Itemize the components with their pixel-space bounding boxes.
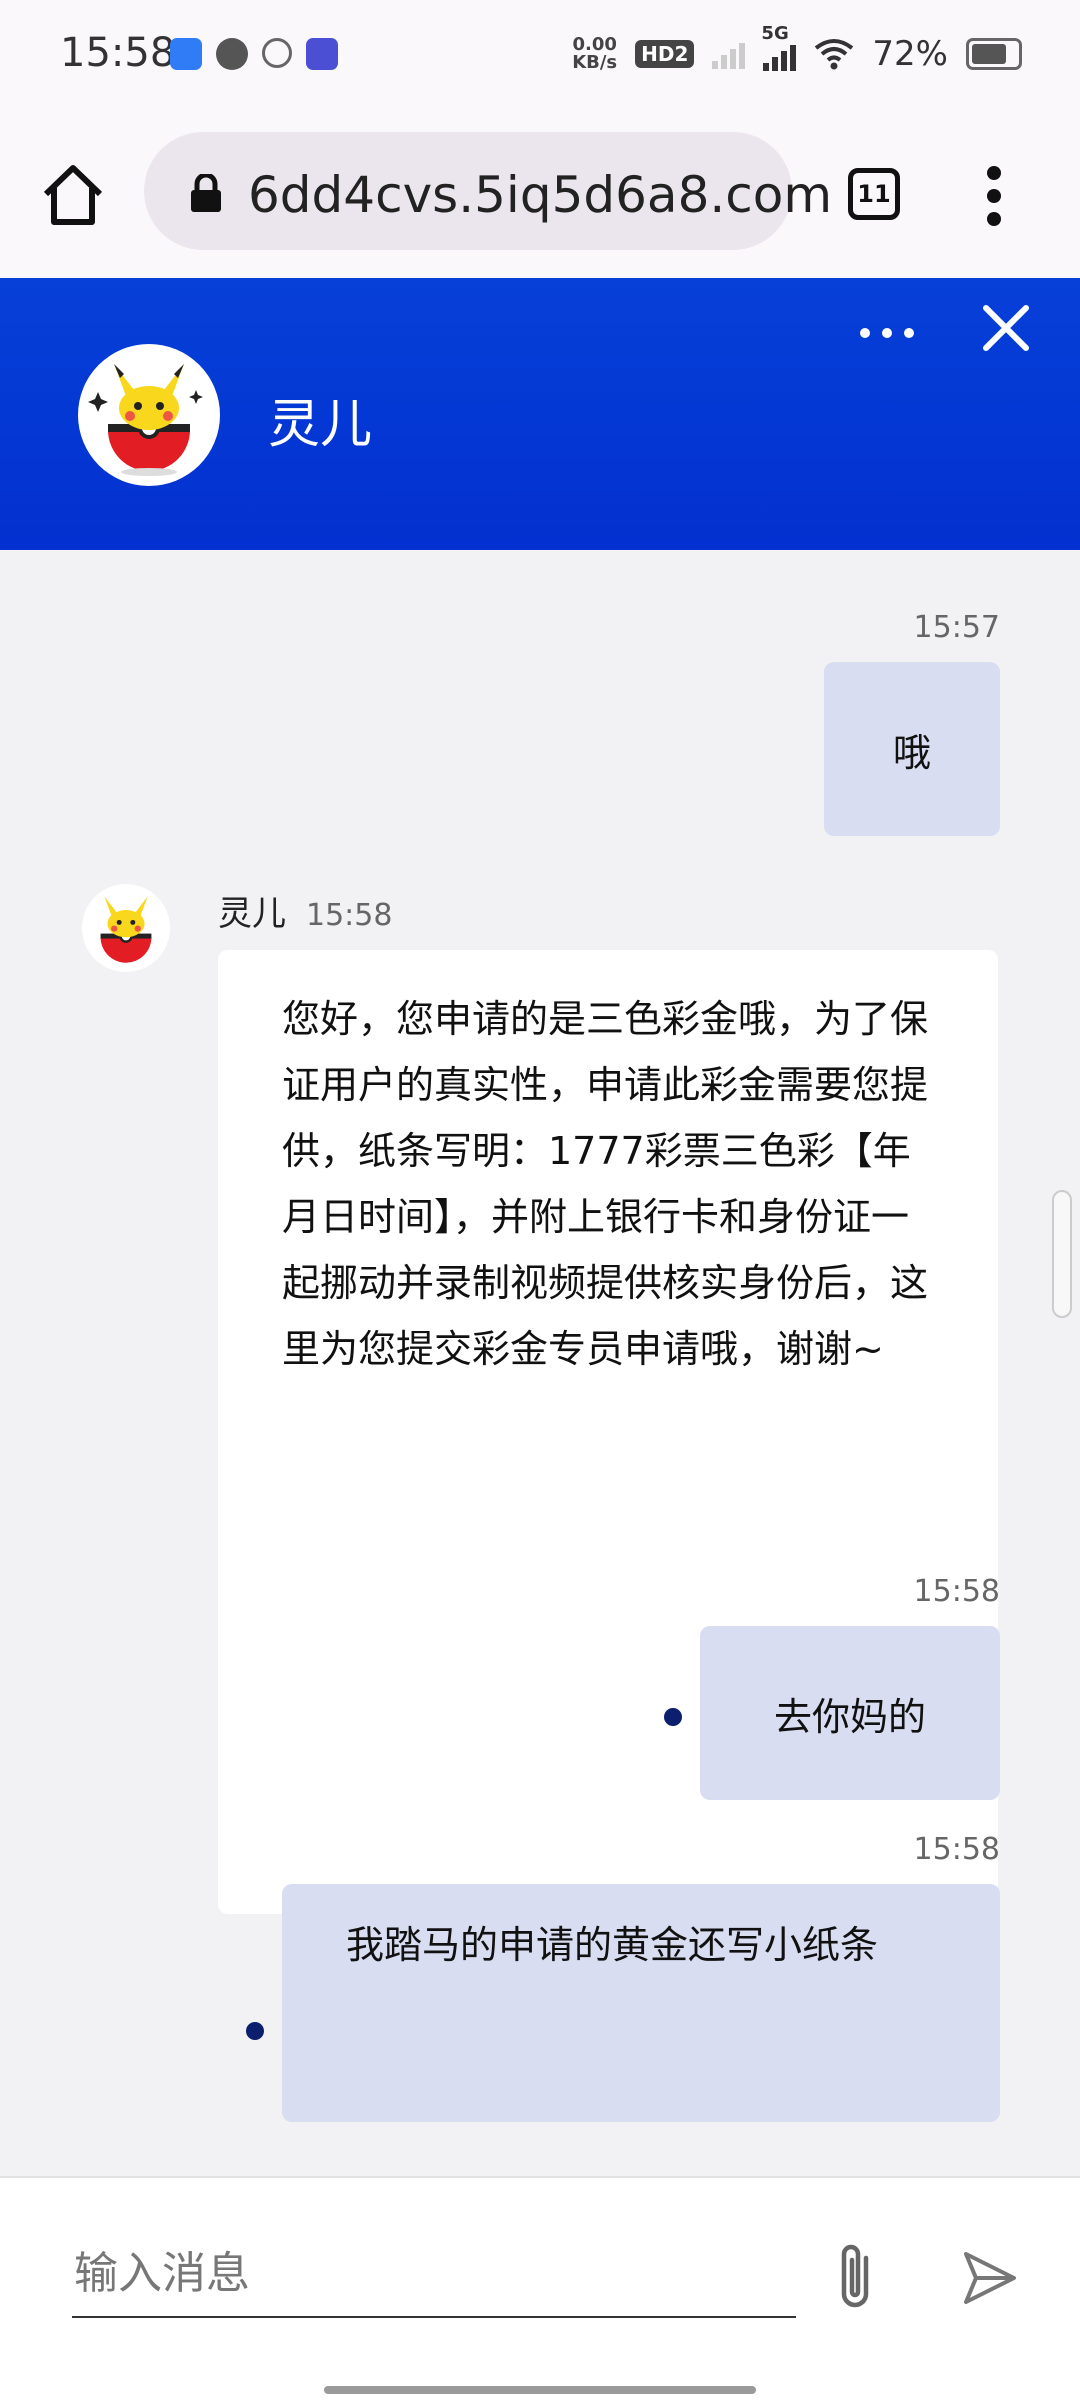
browser-toolbar: 6dd4cvs.5iq5d6a8.com 11: [0, 112, 1080, 280]
message-text: 我踏马的申请的黄金还写小纸条: [346, 1923, 879, 1967]
hotspot-icon: [262, 38, 292, 68]
message-time: 15:58: [306, 898, 393, 933]
tab-switcher-button[interactable]: 11: [848, 168, 900, 220]
network-type: 5G: [761, 23, 789, 44]
scrollbar-thumb[interactable]: [1052, 1190, 1072, 1318]
message-notification-icon: [216, 38, 248, 70]
message-text: 去你妈的: [773, 1694, 926, 1739]
signal-icon-sim1: [712, 39, 746, 69]
signal-icon-5g: 5G: [761, 23, 797, 71]
battery-percent: 72%: [872, 34, 948, 74]
url-text[interactable]: 6dd4cvs.5iq5d6a8.com: [248, 166, 832, 224]
net-speed-unit: KB/s: [572, 52, 618, 73]
sender-name: 灵儿: [218, 894, 286, 934]
app-notification-icon: [170, 38, 202, 70]
agent-avatar: [78, 344, 220, 486]
url-bar[interactable]: 6dd4cvs.5iq5d6a8.com: [144, 132, 832, 250]
sender-line: 灵儿 15:58: [218, 886, 392, 935]
sticker-app-icon: [306, 38, 338, 70]
chat-title: 灵儿: [268, 395, 373, 455]
send-icon[interactable]: [960, 2248, 1020, 2308]
message-text: 哦: [892, 730, 931, 775]
lock-icon[interactable]: [188, 174, 224, 212]
message-time: 15:57: [913, 610, 1000, 645]
pikachu-pokeball-avatar: [88, 364, 203, 476]
unread-indicator: [664, 1708, 682, 1726]
browser-menu-icon[interactable]: [984, 166, 1004, 226]
notification-icons: [170, 38, 338, 70]
outgoing-message[interactable]: 去你妈的: [700, 1626, 1000, 1800]
wifi-icon: [815, 39, 854, 70]
sender-avatar: [82, 884, 170, 972]
message-input[interactable]: [72, 2230, 796, 2318]
home-icon[interactable]: [40, 162, 106, 228]
hd-badge: HD2: [635, 40, 695, 68]
pikachu-pokeball-avatar: [100, 896, 152, 963]
status-bar: 15:58 0.00 KB/s HD2 5G 72%: [0, 0, 1080, 112]
outgoing-message[interactable]: 哦: [824, 662, 1000, 836]
net-speed: 0.00 KB/s: [572, 36, 617, 72]
message-text: 您好，您申请的是三色彩金哦，为了保证用户的真实性，申请此彩金需要您提供，纸条写明…: [282, 997, 929, 1371]
battery-icon: [966, 38, 1022, 70]
status-time: 15:58: [60, 30, 176, 76]
message-time: 15:58: [913, 1832, 1000, 1867]
outgoing-message[interactable]: 我踏马的申请的黄金还写小纸条: [282, 1884, 1000, 2122]
chat-header: 灵儿: [0, 278, 1080, 550]
attachment-icon[interactable]: [830, 2242, 880, 2312]
message-list[interactable]: 15:57 哦 灵儿 15:58 您好，您申请的是三色彩金哦，为了保证用户的真实性…: [0, 550, 1080, 2176]
unread-indicator: [246, 2022, 264, 2040]
gesture-home-bar[interactable]: [324, 2386, 756, 2394]
message-time: 15:58: [913, 1574, 1000, 1609]
message-composer: [0, 2176, 1080, 2402]
more-options-icon[interactable]: [860, 328, 914, 338]
close-icon[interactable]: [980, 302, 1032, 354]
